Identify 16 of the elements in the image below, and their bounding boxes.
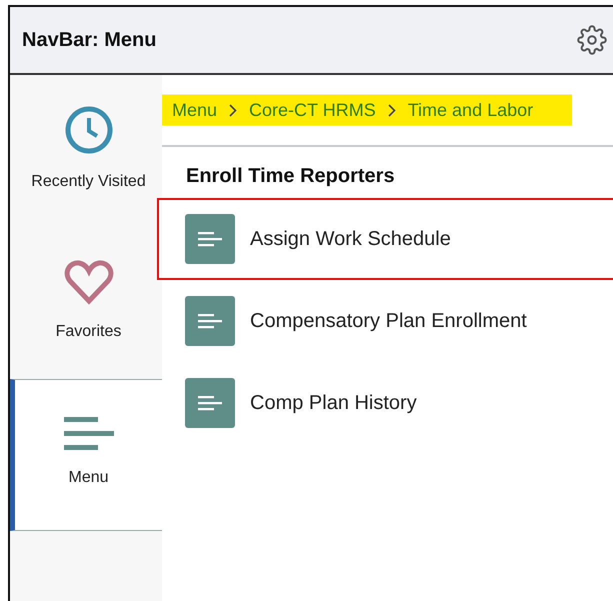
document-icon	[185, 296, 235, 346]
page-link[interactable]: Assign Work Schedule	[157, 198, 613, 280]
page-title: NavBar: Menu	[22, 28, 156, 52]
document-icon	[185, 214, 235, 264]
chevron-icon	[388, 104, 396, 116]
document-icon	[185, 378, 235, 428]
clock-icon	[64, 105, 114, 155]
breadcrumb-link[interactable]: Menu	[172, 100, 218, 120]
section-heading: Enroll Time Reporters	[186, 165, 396, 188]
menu-icon	[64, 417, 114, 451]
chevron-icon	[229, 104, 238, 116]
settings-icon[interactable]	[577, 25, 607, 55]
heart-icon	[64, 259, 114, 305]
breadcrumb-link[interactable]: Time and Labor	[408, 100, 534, 120]
sidebar-item[interactable]: Menu	[10, 379, 162, 531]
breadcrumb-link[interactable]: Core-CT HRMS	[249, 100, 376, 120]
